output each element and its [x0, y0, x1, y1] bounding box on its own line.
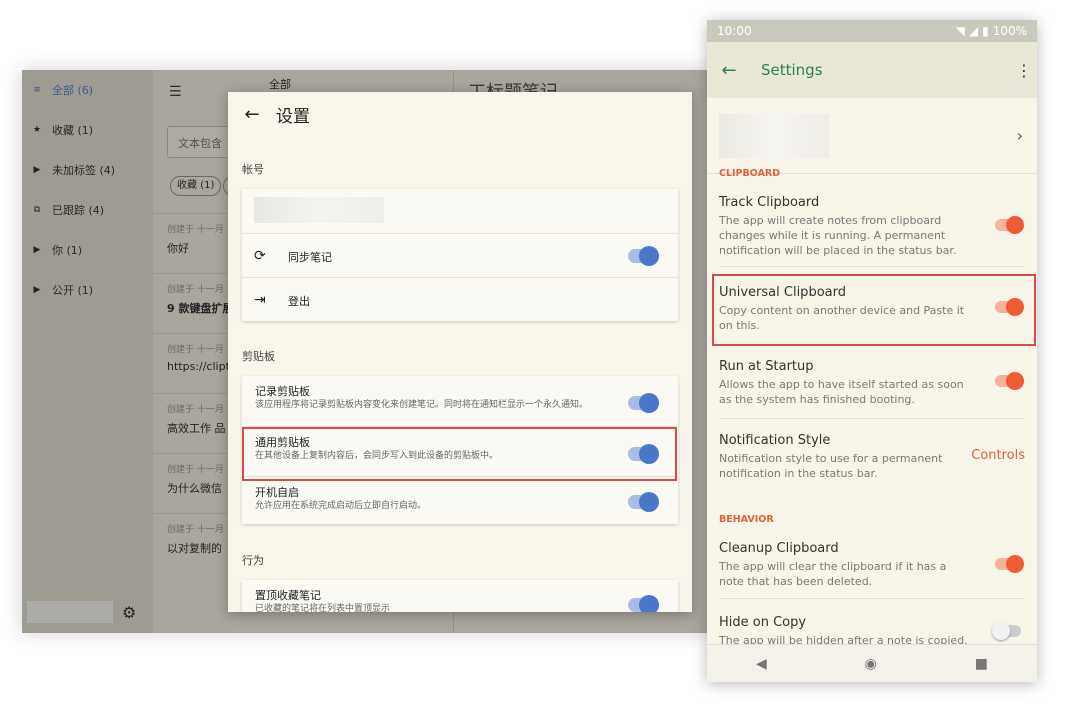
hide-on-copy-title: Hide on Copy: [719, 615, 807, 630]
sync-notes-row[interactable]: ⟳ 同步笔记: [242, 233, 678, 277]
run-at-startup-desc: Allows the app to have itself started as…: [719, 378, 964, 406]
account-row[interactable]: [242, 189, 678, 233]
back-arrow-icon[interactable]: ←: [707, 60, 751, 81]
settings-dialog: ← 设置 帐号 ⟳ 同步笔记 ⇥ 登出 剪贴板 记录剪贴板 该应用程序将记录剪贴…: [228, 92, 692, 612]
notification-style-item[interactable]: Notification Style Notification style to…: [707, 433, 1037, 487]
run-at-startup-row[interactable]: 开机自启 允许应用在系统完成启动后立即自行启动。: [242, 476, 678, 524]
battery-percent: 100%: [992, 24, 1027, 38]
clipboard-section-label: CLIPBOARD: [719, 168, 781, 179]
status-icons: ◥ ◢ ▮ 100%: [956, 24, 1027, 38]
account-card: ⟳ 同步笔记 ⇥ 登出: [242, 189, 678, 321]
track-clipboard-row[interactable]: 记录剪贴板 该应用程序将记录剪贴板内容变化来创建笔记。同时将在通知栏显示一个永久…: [242, 376, 678, 426]
account-name-redacted: [254, 197, 384, 223]
run-at-startup-desc: 允许应用在系统完成启动后立即自行启动。: [255, 501, 427, 511]
behavior-section-label: BEHAVIOR: [719, 514, 774, 525]
run-at-startup-title: Run at Startup: [719, 359, 814, 374]
hide-on-copy-toggle[interactable]: [992, 622, 1021, 640]
logout-label: 登出: [288, 295, 310, 308]
run-at-startup-item[interactable]: Run at Startup Allows the app to have it…: [707, 359, 1037, 419]
wifi-icon: ◥: [955, 24, 965, 38]
behavior-section-label: 行为: [242, 554, 264, 567]
divider: [719, 418, 1025, 419]
run-at-startup-toggle[interactable]: [995, 372, 1024, 390]
more-vert-icon[interactable]: ⋮: [1011, 61, 1037, 80]
pin-favorites-toggle[interactable]: [628, 595, 659, 612]
pin-favorites-row[interactable]: 置顶收藏笔记 已收藏的笔记将在列表中置顶显示: [242, 580, 678, 612]
page-title: Settings: [761, 61, 823, 79]
track-clipboard-desc: The app will create notes from clipboard…: [719, 214, 957, 257]
account-row[interactable]: ›: [707, 98, 1037, 174]
account-section-label: 帐号: [242, 163, 264, 176]
back-arrow-icon[interactable]: ←: [228, 104, 276, 125]
track-clipboard-toggle[interactable]: [628, 393, 659, 413]
hide-on-copy-item[interactable]: Hide on Copy The app will be hidden afte…: [707, 615, 1037, 647]
nav-home-icon[interactable]: ◉: [865, 656, 877, 672]
behavior-card: 置顶收藏笔记 已收藏的笔记将在列表中置顶显示: [242, 580, 678, 612]
cleanup-clipboard-toggle[interactable]: [995, 555, 1024, 573]
chevron-right-icon: ›: [1016, 126, 1023, 145]
dialog-header: ← 设置: [228, 92, 692, 136]
cleanup-clipboard-title: Cleanup Clipboard: [719, 541, 839, 556]
pin-favorites-title: 置顶收藏笔记: [255, 589, 321, 602]
track-clipboard-item[interactable]: Track Clipboard The app will create note…: [707, 195, 1037, 267]
highlight-box-desktop: [242, 427, 677, 481]
account-avatar-redacted: [719, 114, 829, 158]
cleanup-clipboard-item[interactable]: Cleanup Clipboard The app will clear the…: [707, 541, 1037, 599]
notification-style-desc: Notification style to use for a permanen…: [719, 452, 943, 480]
logout-row[interactable]: ⇥ 登出: [242, 277, 678, 321]
dialog-title: 设置: [276, 106, 310, 127]
sync-icon: ⟳: [254, 248, 266, 264]
track-clipboard-title: Track Clipboard: [719, 195, 820, 210]
nav-recents-icon[interactable]: ■: [975, 656, 988, 672]
app-bar: ← Settings ⋮: [707, 42, 1037, 98]
nav-back-icon[interactable]: ◀: [756, 656, 767, 672]
status-time: 10:00: [717, 24, 752, 38]
sync-notes-toggle[interactable]: [628, 246, 659, 266]
cleanup-clipboard-desc: The app will clear the clipboard if it h…: [719, 560, 947, 588]
pin-favorites-desc: 已收藏的笔记将在列表中置顶显示: [255, 604, 391, 612]
notification-style-title: Notification Style: [719, 433, 831, 448]
logout-icon: ⇥: [254, 292, 266, 308]
run-at-startup-toggle[interactable]: [628, 492, 659, 512]
clipboard-section-label: 剪贴板: [242, 350, 275, 363]
signal-icon: ◢: [968, 24, 979, 38]
divider: [719, 266, 1025, 267]
notification-style-value: Controls: [971, 448, 1025, 463]
track-clipboard-title: 记录剪贴板: [255, 385, 310, 398]
battery-icon: ▮: [982, 24, 989, 38]
divider: [719, 598, 1025, 599]
phone-screen: 10:00 ◥ ◢ ▮ 100% ← Settings ⋮ › CLIPBOAR…: [707, 20, 1037, 682]
run-at-startup-title: 开机自启: [255, 486, 299, 499]
status-bar: 10:00 ◥ ◢ ▮ 100%: [707, 20, 1037, 42]
sync-notes-label: 同步笔记: [288, 251, 332, 264]
highlight-box-phone: [712, 274, 1036, 346]
nav-bar: ◀ ◉ ■: [707, 644, 1037, 682]
track-clipboard-toggle[interactable]: [995, 216, 1024, 234]
track-clipboard-desc: 该应用程序将记录剪贴板内容变化来创建笔记。同时将在通知栏显示一个永久通知。: [255, 400, 589, 410]
